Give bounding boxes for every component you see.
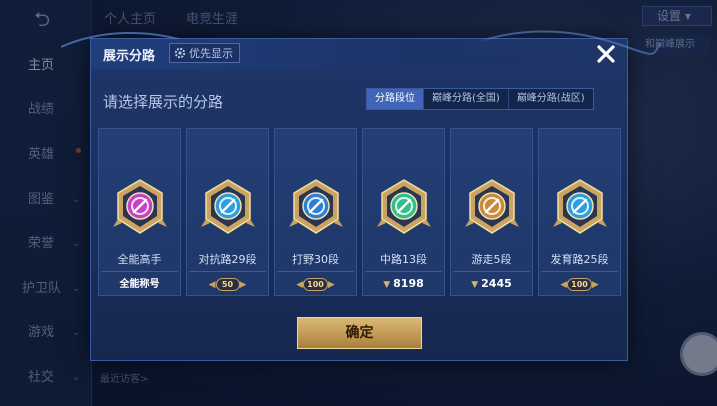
lane-card[interactable]: 发育路25段 ◀ 100 ▶ [538,128,621,296]
jungle-emblem [289,179,343,234]
lane-card-footer: ▼ 2445 [453,271,530,291]
tab-peak-national[interactable]: 巅峰分路(全国) [424,89,509,109]
lane-card[interactable]: 打野30段 ◀ 100 ▶ [274,128,357,296]
wing-left-icon: ◀ [208,280,216,290]
peak-score: 2445 [481,277,512,290]
lane-card-name: 打野30段 [292,253,339,266]
lane-card-name: 全能高手 [117,253,162,266]
lane-card-footer: ▼ 8198 [365,271,442,291]
tab-peak-region[interactable]: 巅峰分路(战区) [509,89,593,109]
lane-source-tabs: 分路段位 巅峰分路(全国) 巅峰分路(战区) [366,88,594,110]
tab-lane-rank[interactable]: 分路段位 [367,89,424,109]
lane-card-footer: ◀ 100 ▶ [277,271,354,291]
wing-left-icon: ◀ [296,280,304,290]
confirm-button[interactable]: 确定 [297,317,422,349]
all-round-emblem [113,179,167,234]
lane-card-name: 对抗路29段 [198,253,257,266]
lane-card-footer: ◀ 100 ▶ [541,271,618,291]
wing-right-icon: ▶ [327,280,335,290]
wing-left-icon: ◀ [560,280,568,290]
farm-lane-emblem [553,179,607,234]
lane-card[interactable]: 全能高手 全能称号 [98,128,181,296]
dialog-title: 展示分路 [103,49,156,64]
selection-prompt: 请选择展示的分路 [103,93,224,111]
score-icon: ▼ [471,280,479,290]
clash-lane-emblem [201,179,255,234]
lane-card-footer: ◀ 50 ▶ [189,271,266,291]
lane-card[interactable]: 游走5段 ▼ 2445 [450,128,533,296]
lane-card[interactable]: 对抗路29段 ◀ 50 ▶ [186,128,269,296]
wing-right-icon: ▶ [591,280,599,290]
lane-card-name: 中路13段 [380,253,427,266]
lane-card-footer: 全能称号 [101,271,178,291]
lane-card-name: 游走5段 [471,253,512,266]
mid-lane-emblem [377,179,431,234]
roam-emblem [465,179,519,234]
score-icon: ▼ [383,280,391,290]
rank-star-pill: 50 [215,278,240,291]
lane-cards: 全能高手 全能称号 对抗路29段 ◀ 50 ▶ 打野30段 ◀ 100 ▶ 中路13段 ▼ 8198 游走… [98,128,622,296]
rank-star-pill: 100 [303,278,328,291]
close-icon[interactable] [595,43,617,65]
wing-right-icon: ▶ [239,280,247,290]
gear-icon [174,47,186,59]
lane-card-name: 发育路25段 [550,253,609,266]
priority-display-button[interactable]: 优先显示 [169,43,240,63]
peak-score: 8198 [393,277,424,290]
rank-star-pill: 100 [567,278,592,291]
lane-card[interactable]: 中路13段 ▼ 8198 [362,128,445,296]
lane-display-dialog: 展示分路 优先显示 请选择展示的分路 分路段位 巅峰分路(全国) 巅峰分路(战区… [61,30,661,361]
title-tag: 全能称号 [119,279,160,290]
